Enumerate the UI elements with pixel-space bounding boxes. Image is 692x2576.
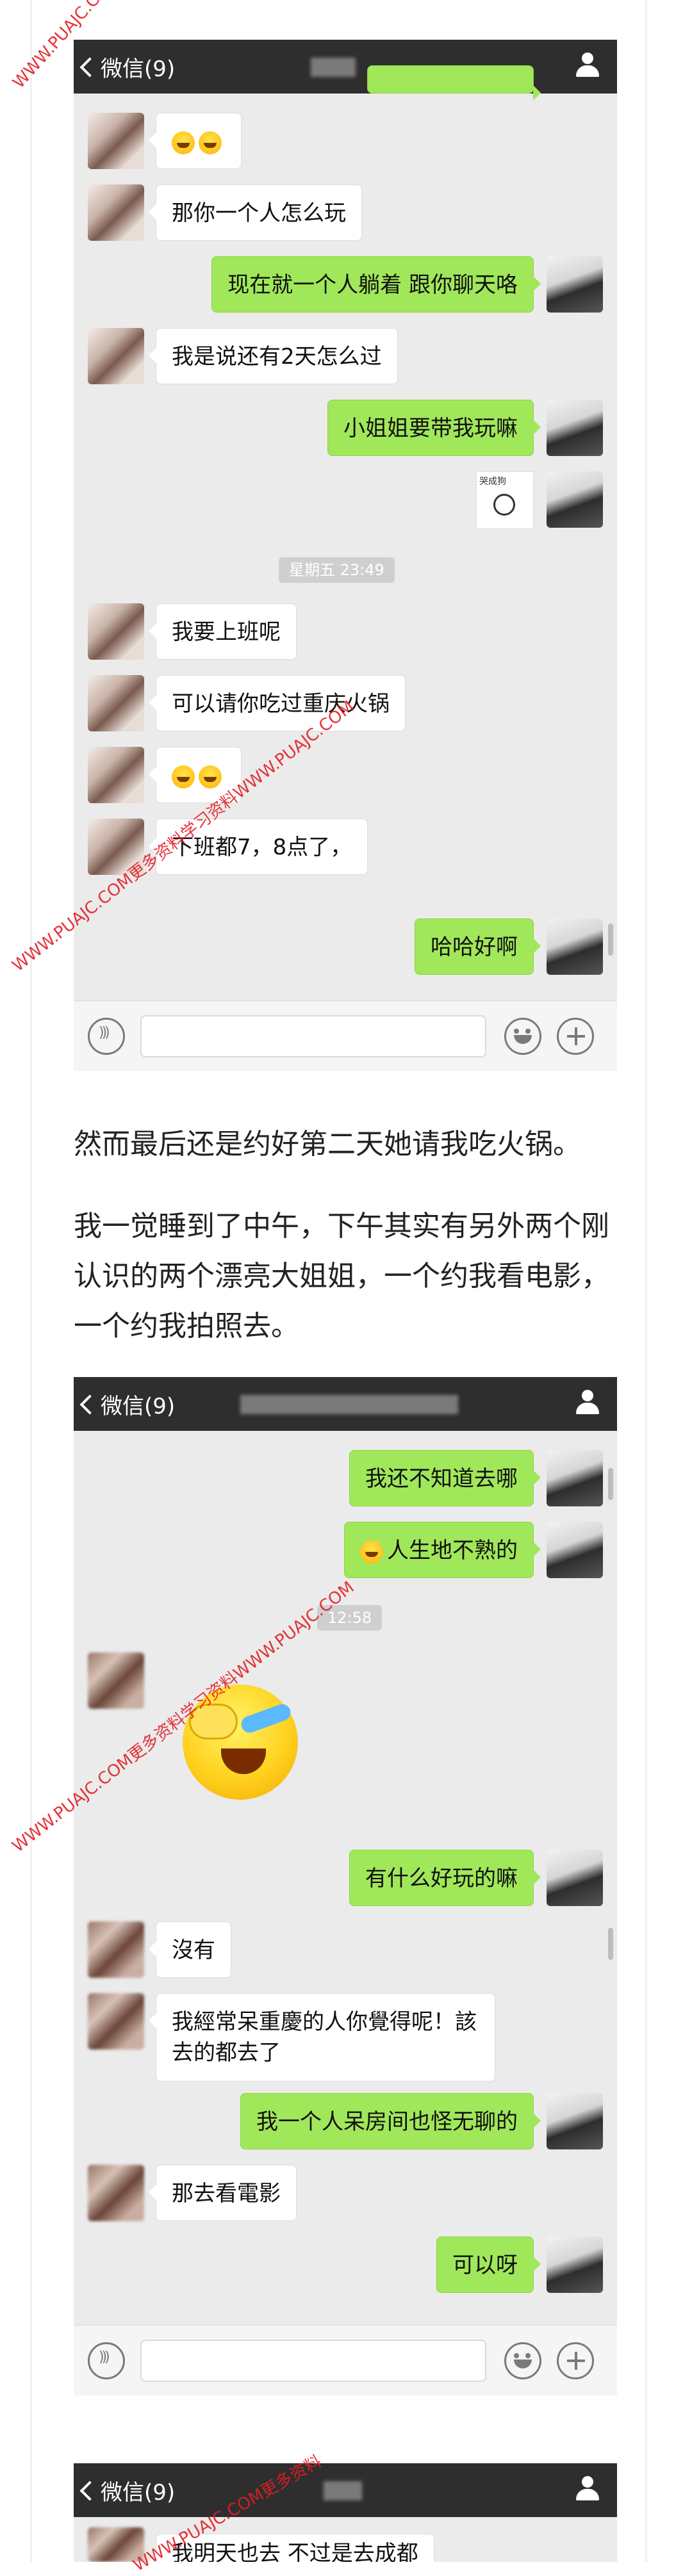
message-bubble-outgoing[interactable]: 人生地不熟的 [344, 1522, 541, 1578]
back-label: 微信(9) [101, 56, 176, 82]
back-label: 微信(9) [101, 1394, 176, 1419]
plus-icon[interactable] [557, 1018, 594, 1055]
my-avatar[interactable] [547, 1450, 603, 1506]
voice-icon[interactable] [88, 2342, 125, 2379]
person-icon[interactable] [573, 2475, 602, 2503]
message-bubble-incoming[interactable]: 沒有 [149, 1921, 231, 1978]
message-bubble-outgoing[interactable]: 有什么好玩的嘛 [349, 1850, 541, 1906]
plus-icon[interactable] [557, 2342, 594, 2379]
my-avatar[interactable] [547, 918, 603, 975]
contact-avatar[interactable] [88, 2165, 144, 2221]
laughing-emoji-icon [172, 765, 195, 788]
person-icon[interactable] [573, 1389, 602, 1417]
sticker-face-icon [493, 494, 515, 516]
message-bubble-outgoing[interactable]: 我一个人呆房间也怪无聊的 [240, 2093, 541, 2149]
my-avatar[interactable] [547, 1522, 603, 1578]
contact-avatar[interactable] [88, 1652, 144, 1709]
scrollbar[interactable] [608, 1468, 613, 1500]
my-avatar[interactable] [547, 400, 603, 456]
contact-avatar[interactable] [88, 113, 144, 169]
message-bubble-incoming[interactable] [149, 113, 242, 169]
page-right-border [645, 0, 647, 2562]
my-avatar[interactable] [547, 2237, 603, 2293]
chat-screenshot-2: 微信(9) 我还不知道去哪 人生地不熟的 12:58 有什么好玩的嘛 沒有 我經… [74, 1377, 617, 2395]
my-avatar[interactable] [547, 2093, 603, 2149]
message-bubble-incoming[interactable]: 那你一个人怎么玩 [149, 184, 362, 241]
my-avatar[interactable] [547, 1850, 603, 1906]
contact-avatar[interactable] [88, 184, 144, 241]
back-button[interactable]: 微信(9) [79, 51, 176, 83]
my-avatar[interactable] [547, 256, 603, 313]
sticker-message[interactable]: 哭成狗 [476, 471, 534, 529]
message-input[interactable] [140, 2340, 486, 2382]
person-icon[interactable] [573, 51, 602, 79]
message-bubble-partial [367, 65, 541, 101]
message-bubble-incoming[interactable]: 可以请你吃过重庆火锅 [149, 675, 406, 731]
chat-input-bar [74, 1000, 617, 1071]
contact-name-blurred [311, 58, 356, 77]
contact-name-blurred [324, 2481, 362, 2500]
article-paragraph: 然而最后还是约好第二天她请我吃火锅。 [74, 1128, 581, 1161]
message-bubble-incoming[interactable]: 那去看電影 [149, 2165, 297, 2221]
back-button[interactable]: 微信(9) [79, 2475, 176, 2506]
laughing-emoji-icon [199, 131, 222, 154]
contact-name-blurred [240, 1395, 458, 1414]
laughing-emoji-icon [172, 131, 195, 154]
sticker-caption: 哭成狗 [479, 477, 506, 487]
contact-avatar[interactable] [88, 603, 144, 660]
message-bubble-incoming[interactable]: 我經常呆重慶的人你覺得呢！該去的都去了 [149, 1993, 495, 2082]
message-bubble-outgoing[interactable]: 现在就一个人躺着 跟你聊天咯 [211, 256, 541, 313]
message-bubble-incoming[interactable]: 我是说还有2天怎么过 [149, 328, 398, 384]
back-button[interactable]: 微信(9) [79, 1389, 176, 1420]
message-bubble-outgoing[interactable]: 小姐姐要带我玩嘛 [327, 400, 541, 456]
chat-navbar: 微信(9) [74, 1377, 617, 1431]
contact-avatar[interactable] [88, 1921, 144, 1978]
message-bubble-incoming[interactable]: 我要上班呢 [149, 603, 297, 660]
scrollbar[interactable] [608, 1928, 613, 1960]
scrollbar[interactable] [608, 924, 613, 956]
page-left-border [30, 0, 32, 2562]
message-bubble-outgoing[interactable]: 哈哈好啊 [415, 918, 541, 975]
emoji-icon[interactable] [504, 2342, 541, 2379]
chat-input-bar [74, 2325, 617, 2395]
message-bubble-outgoing[interactable]: 我还不知道去哪 [349, 1450, 541, 1506]
embarrassed-emoji-icon [360, 1540, 383, 1563]
contact-avatar[interactable] [88, 328, 144, 384]
message-bubble-outgoing[interactable]: 可以呀 [436, 2237, 541, 2293]
back-chevron-icon [79, 1394, 100, 1415]
chat-screenshot-1: 微信(9) 那你一个人怎么玩 现在就一个人躺着 跟你聊天咯 我是说还有2天怎么过… [74, 40, 617, 1071]
my-avatar[interactable] [547, 471, 603, 528]
message-input[interactable] [140, 1015, 486, 1057]
contact-avatar[interactable] [88, 747, 144, 803]
back-label: 微信(9) [101, 2480, 176, 2506]
back-chevron-icon [79, 56, 100, 77]
back-chevron-icon [79, 2480, 100, 2501]
article-paragraph: 我一觉睡到了中午，下午其实有另外两个刚认识的两个漂亮大姐姐，一个约我看电影，一个… [74, 1210, 609, 1342]
contact-avatar[interactable] [88, 1993, 144, 2050]
emoji-icon[interactable] [504, 1018, 541, 1055]
chat-navbar: 微信(9) [74, 2463, 617, 2517]
timestamp: 星期五 23:49 [279, 557, 395, 583]
laughing-emoji-icon [199, 765, 222, 788]
voice-icon[interactable] [88, 1018, 125, 1055]
contact-avatar[interactable] [88, 675, 144, 731]
